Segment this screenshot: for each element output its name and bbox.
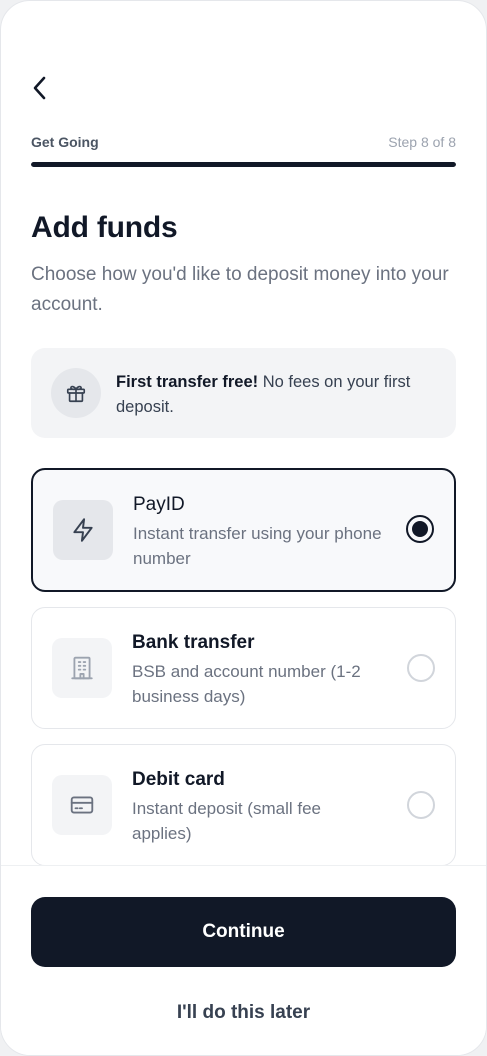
back-button[interactable] — [31, 73, 61, 103]
radio-unselected[interactable] — [407, 791, 435, 819]
credit-card-icon — [70, 796, 94, 814]
option-title: Bank transfer — [132, 632, 255, 653]
progress-header: Get Going Step 8 of 8 — [31, 134, 456, 154]
option-description: Instant transfer using your phone number — [133, 524, 382, 568]
promo-text: First transfer free! No fees on your fir… — [116, 370, 436, 420]
promo-bold-text: First transfer free! — [116, 373, 259, 391]
gift-icon — [66, 385, 86, 403]
progress-bar — [31, 162, 456, 167]
option-icon-container — [52, 638, 112, 698]
page-title: Add funds — [31, 211, 178, 244]
app-screen: Get Going Step 8 of 8 Add funds Choose h… — [0, 0, 487, 1056]
building-icon — [71, 656, 93, 680]
step-indicator: Step 8 of 8 — [388, 134, 456, 150]
lightning-icon — [73, 518, 93, 542]
chevron-left-icon — [33, 76, 46, 100]
option-bank-transfer[interactable]: Bank transfer BSB and account number (1-… — [31, 607, 456, 729]
continue-button[interactable]: Continue — [31, 897, 456, 967]
option-description: BSB and account number (1-2 business day… — [132, 662, 361, 706]
skip-link[interactable]: I'll do this later — [31, 998, 456, 1028]
radio-selected[interactable] — [406, 515, 434, 543]
option-description: Instant deposit (small fee applies) — [132, 799, 321, 843]
option-payid[interactable]: PayID Instant transfer using your phone … — [31, 468, 456, 592]
footer: Continue I'll do this later — [1, 865, 486, 1055]
progress-bar-fill — [31, 162, 456, 167]
promo-icon-container — [51, 368, 101, 418]
option-icon-container — [52, 775, 112, 835]
option-title: Debit card — [132, 769, 225, 790]
progress-label: Get Going — [31, 134, 99, 150]
option-debit-card[interactable]: Debit card Instant deposit (small fee ap… — [31, 744, 456, 866]
promo-banner: First transfer free! No fees on your fir… — [31, 348, 456, 438]
radio-unselected[interactable] — [407, 654, 435, 682]
option-icon-container — [53, 500, 113, 560]
page-subtitle: Choose how you'd like to deposit money i… — [31, 264, 449, 315]
radio-dot — [412, 521, 428, 537]
option-title: PayID — [133, 494, 185, 515]
